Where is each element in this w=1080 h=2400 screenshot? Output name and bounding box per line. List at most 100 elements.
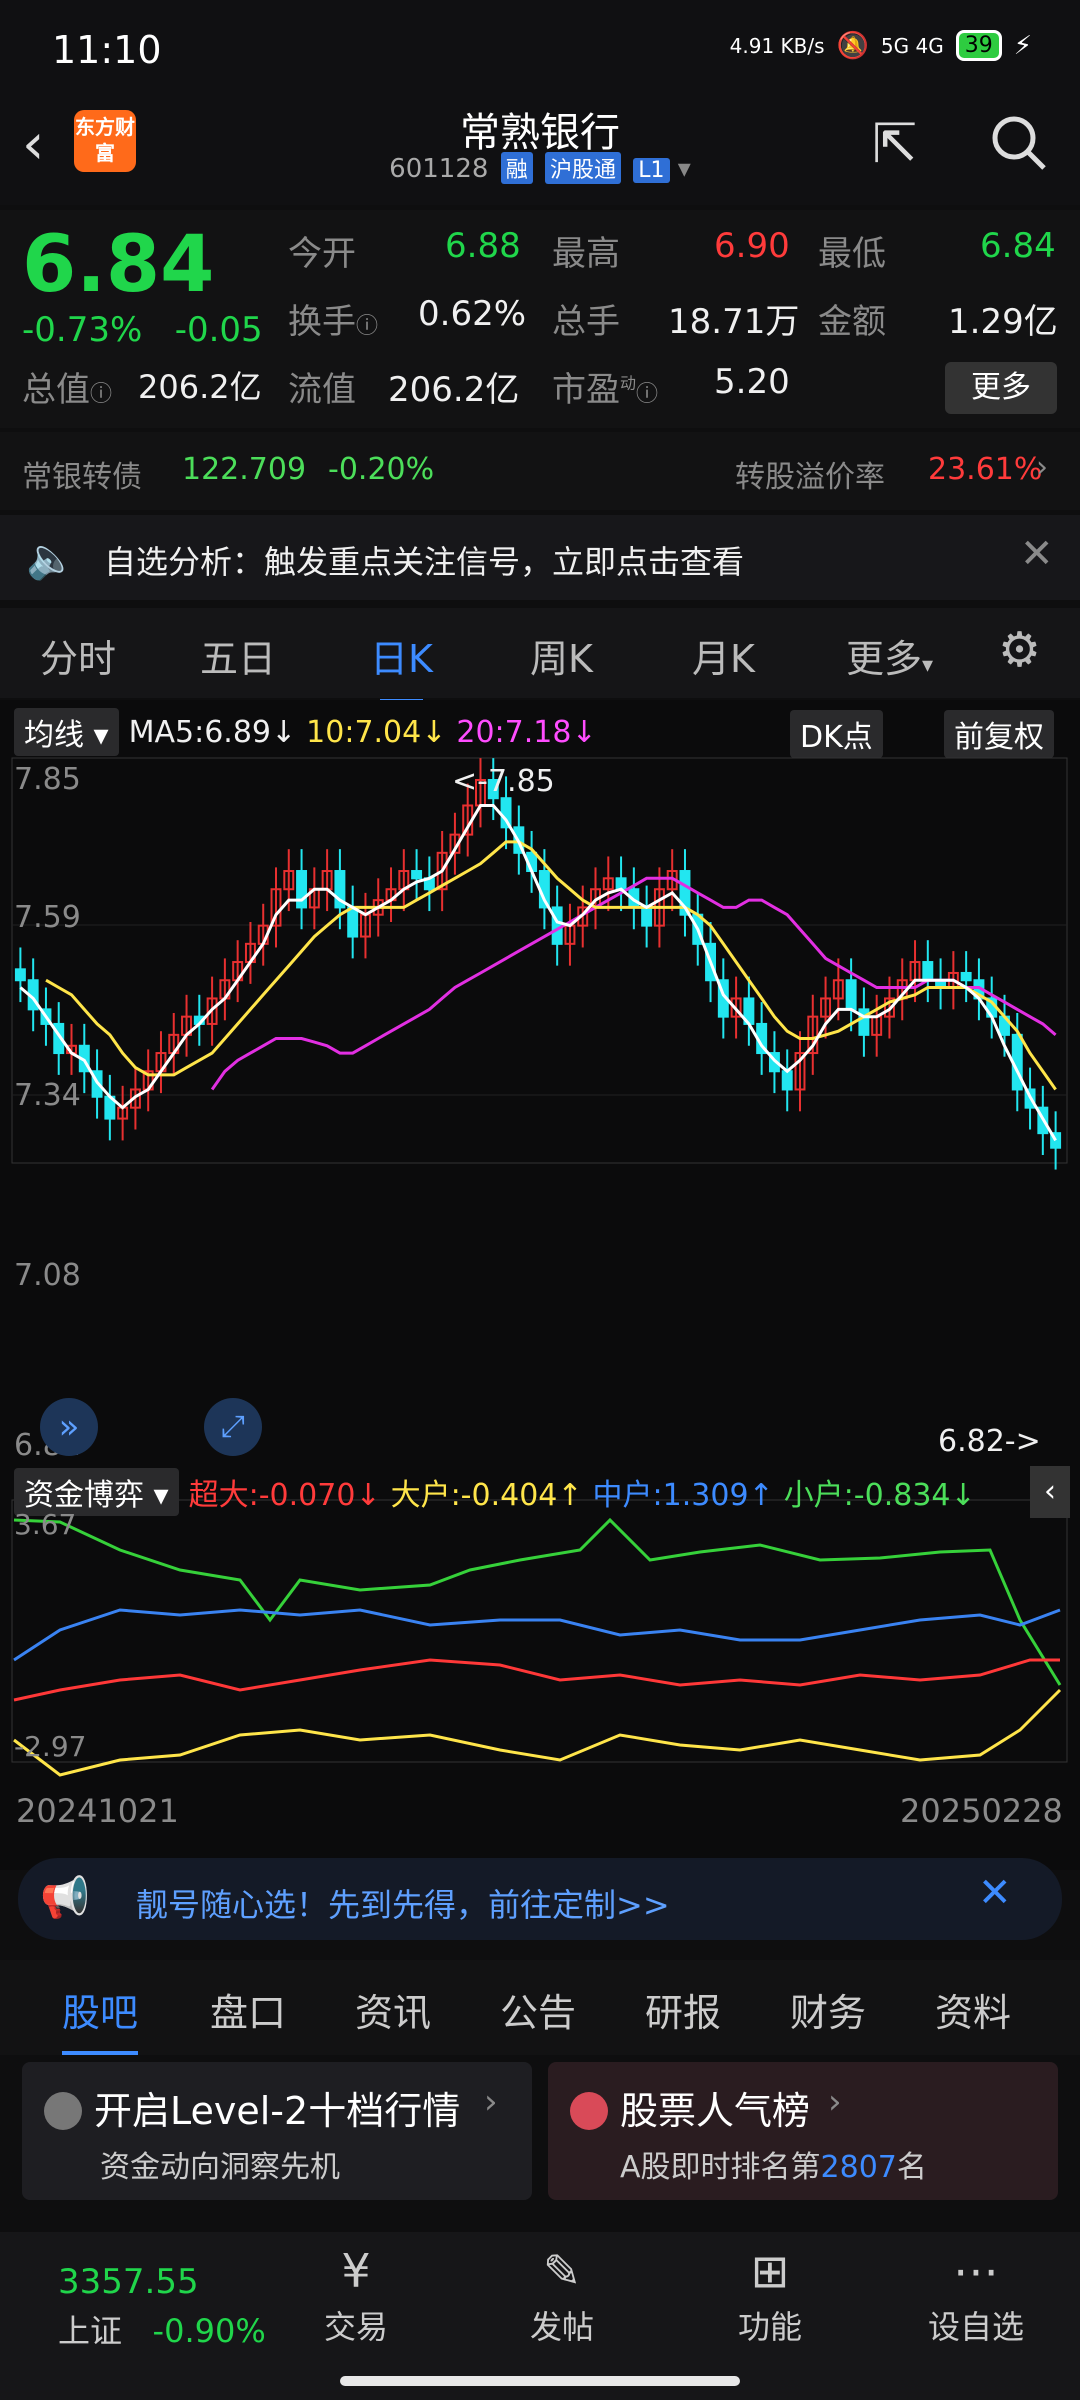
mid-text: 中户:1.309 — [592, 1478, 749, 1513]
rank-number: 2807 — [820, 2150, 897, 2185]
mktcap-value: 206.2亿 — [138, 368, 262, 406]
tag-level: L1 — [633, 158, 670, 183]
tab-weekly-k[interactable]: 周K — [530, 628, 593, 683]
network-signal: 5G 4G — [880, 33, 944, 58]
megaphone-icon: 📢 — [40, 1875, 90, 1921]
nav-trade[interactable]: ¥ 交易 — [296, 2240, 416, 2348]
convertible-bond-row[interactable]: 常银转债 122.709 -0.20% 转股溢价率 23.61% › — [0, 432, 1080, 510]
close-icon[interactable]: ✕ — [978, 1870, 1012, 1916]
bottom-nav: 3357.55 上证 -0.90% ¥ 交易 ✎ 发帖 ⊞ 功能 ⋯ 设自选 — [0, 2232, 1080, 2400]
expand-left-icon[interactable]: » — [40, 1398, 98, 1456]
chevron-right-icon: › — [828, 2082, 842, 2122]
tab-profile[interactable]: 资料 — [935, 1982, 1011, 2037]
volume-value: 18.71万 — [668, 302, 800, 342]
premium-value: 23.61% — [928, 452, 1043, 487]
dropdown-icon[interactable]: ▾ — [678, 154, 691, 184]
high-value: 6.90 — [714, 226, 790, 266]
home-indicator — [340, 2376, 740, 2386]
kline-chart-area[interactable]: 均线 ▾ MA5:6.89↓ 10:7.04↓ 20:7.18↓ DK点 前复权… — [0, 700, 1080, 1870]
candle-body — [551, 906, 563, 945]
pe-label-text: 市盈 — [552, 370, 620, 410]
date-end: 20250228 — [900, 1792, 1063, 1830]
level2-card[interactable]: 开启Level-2十档行情 资金动向洞察先机 › — [22, 2062, 532, 2200]
index-row: 上证 -0.90% — [58, 2306, 266, 2352]
nav-functions-label: 功能 — [737, 2308, 802, 2346]
kline-svg — [11, 757, 1068, 1777]
tab-financials[interactable]: 财务 — [790, 1982, 866, 2037]
tab-monthly-k[interactable]: 月K — [692, 628, 755, 683]
tab-intraday[interactable]: 分时 — [40, 628, 116, 683]
info-icon[interactable]: ⓘ — [90, 382, 112, 407]
info-icon[interactable]: ⓘ — [636, 382, 658, 407]
big-text: 大户:-0.404 — [390, 1478, 558, 1513]
rank-suffix: 名 — [896, 2150, 927, 2185]
high-label: 最高 — [552, 234, 620, 274]
big-value: 大户:-0.404↑ — [390, 1478, 583, 1513]
tab-5day[interactable]: 五日 — [200, 628, 276, 683]
small-value: 小户:-0.834↓ — [783, 1478, 976, 1513]
header: ‹ 东方财富 常熟银行 601128 融 沪股通 L1 ▾ ⇱ — [0, 100, 1080, 205]
nav-functions[interactable]: ⊞ 功能 — [710, 2240, 830, 2348]
small-investor-line — [13, 1517, 1062, 1686]
popularity-title: 股票人气榜 — [620, 2089, 811, 2133]
chevron-right-icon: › — [484, 2082, 498, 2122]
stock-code-row: 601128 融 沪股通 L1 ▾ — [0, 152, 1080, 184]
mute-icon: 🔕 — [836, 30, 869, 61]
popularity-card[interactable]: 股票人气榜 A股即时排名第2807名 › — [548, 2062, 1058, 2200]
bond-name: 常银转债 — [22, 460, 142, 495]
premium-label: 转股溢价率 — [735, 460, 885, 495]
nav-watchlist[interactable]: ⋯ 设自选 — [916, 2240, 1036, 2348]
level2-title: 开启Level-2十档行情 — [94, 2089, 461, 2133]
super-text: 超大:-0.070 — [188, 1478, 356, 1513]
promo-banner[interactable]: 📢 靓号随心选！先到先得，前往定制>> ✕ — [18, 1858, 1062, 1940]
close-icon[interactable]: ✕ — [1020, 531, 1054, 577]
share-icon[interactable]: ⇱ — [872, 112, 917, 175]
quote-panel: 6.84 -0.73% -0.05 今开 6.88 最高 6.90 最低 6.8… — [0, 210, 1080, 428]
max-price-label: <-7.85 — [452, 764, 555, 799]
y-tick: 7.59 — [14, 900, 81, 935]
tab-forum[interactable]: 股吧 — [62, 1982, 139, 2055]
candle-body — [845, 979, 857, 1011]
y-tick: 7.34 — [14, 1078, 81, 1113]
fullscreen-icon[interactable]: ⤢ — [204, 1398, 262, 1456]
net-speed: 4.91 KB/s — [729, 33, 825, 58]
popularity-subtitle: A股即时排名第2807名 — [620, 2142, 927, 2186]
turnover-label-text: 换手 — [288, 302, 356, 342]
tab-announcements[interactable]: 公告 — [500, 1982, 576, 2037]
tab-news[interactable]: 资讯 — [355, 1982, 431, 2037]
index-value: 3357.55 — [58, 2262, 199, 2302]
mid-investor-line — [13, 1608, 1061, 1662]
amount-label: 金额 — [818, 302, 886, 342]
bond-price: 122.709 — [182, 452, 307, 487]
change-pct: -0.73% — [22, 310, 143, 350]
y-tick: 7.08 — [14, 1258, 81, 1293]
y-tick: 7.85 — [14, 762, 81, 797]
tab-more[interactable]: 更多▾ — [846, 628, 933, 683]
yen-icon: ¥ — [341, 2244, 371, 2298]
pe-sup: 动 — [620, 373, 637, 393]
candle-body — [781, 1070, 793, 1091]
alert-banner[interactable]: 🔈 自选分析：触发重点关注信号，立即点击查看 ✕ — [0, 515, 1080, 600]
turnover-label: 换手ⓘ — [288, 294, 378, 343]
more-button[interactable]: 更多 — [945, 362, 1057, 414]
open-value: 6.88 — [445, 226, 521, 266]
tag-margin: 融 — [500, 152, 533, 184]
index-ticker[interactable]: 3357.55 上证 -0.90% — [58, 2262, 266, 2352]
collapse-left-icon[interactable]: ‹ — [1030, 1466, 1070, 1518]
promo-text: 靓号随心选！先到先得，前往定制>> — [136, 1886, 670, 1924]
status-bar: 11:10 4.91 KB/s 🔕 5G 4G 39 ⚡ — [0, 0, 1080, 100]
search-icon[interactable] — [988, 112, 1048, 185]
tab-daily-k[interactable]: 日K — [370, 628, 433, 703]
info-icon[interactable]: ⓘ — [356, 314, 378, 339]
tab-research[interactable]: 研报 — [645, 1982, 721, 2037]
nav-post-label: 发帖 — [529, 2308, 594, 2346]
alert-text: 自选分析：触发重点关注信号，立即点击查看 — [104, 543, 745, 581]
mid-value: 中户:1.309↑ — [592, 1478, 774, 1513]
charging-icon: ⚡ — [1013, 30, 1032, 61]
gear-icon[interactable]: ⚙ — [998, 622, 1041, 678]
level2-subtitle: 资金动向洞察先机 — [100, 2150, 340, 2185]
low-value: 6.84 — [980, 226, 1056, 266]
price-change: -0.73% -0.05 — [22, 310, 263, 350]
nav-post[interactable]: ✎ 发帖 — [502, 2240, 622, 2348]
tab-orderbook[interactable]: 盘口 — [210, 1982, 286, 2037]
